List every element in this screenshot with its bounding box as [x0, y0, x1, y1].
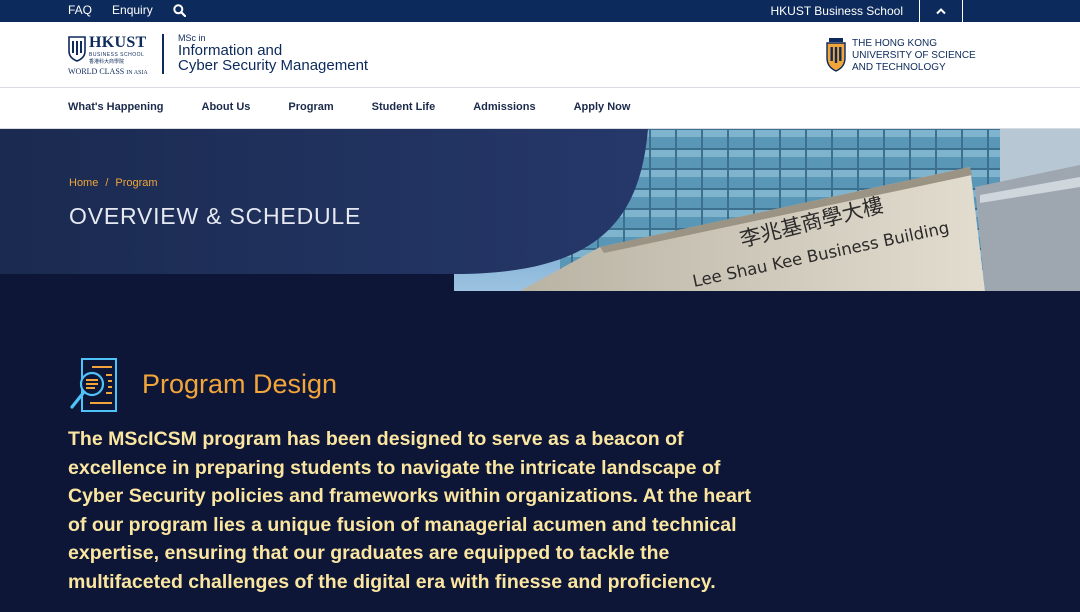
enquiry-link[interactable]: Enquiry: [112, 4, 153, 17]
hkust-business-school-logo[interactable]: HKUST BUSINESS SCHOOL 香港科大商學院 WORLD CLAS…: [68, 34, 150, 78]
chevron-up-icon: [936, 8, 946, 15]
university-name: THE HONG KONG UNIVERSITY OF SCIENCE AND …: [852, 38, 976, 73]
nav-item-admissions[interactable]: Admissions: [473, 101, 535, 113]
program-title-line-1: Information and: [178, 42, 283, 59]
nav-item-about-us[interactable]: About Us: [202, 101, 251, 113]
university-shield-icon: [826, 38, 846, 72]
page-title: OVERVIEW & SCHEDULE: [69, 203, 362, 229]
hkust-university-logo[interactable]: THE HONG KONG UNIVERSITY OF SCIENCE AND …: [826, 36, 976, 76]
world-class-tagline: WORLD CLASS IN ASIA: [68, 67, 148, 76]
program-title[interactable]: MSc in Information and Cyber Security Ma…: [178, 33, 368, 73]
document-search-icon: [70, 358, 117, 412]
breadcrumb-separator: /: [105, 177, 109, 189]
hero-banner: 李兆基商學大樓 Lee Shau Kee Business Building H…: [0, 129, 1080, 291]
nav-item-whats-happening[interactable]: What's Happening: [68, 101, 164, 113]
faq-link[interactable]: FAQ: [68, 4, 92, 17]
collapse-toggle-button[interactable]: [919, 0, 963, 22]
hkust-shield-icon: [68, 36, 86, 62]
breadcrumb-home[interactable]: Home: [69, 177, 98, 189]
top-utility-bar: FAQ Enquiry HKUST Business School: [0, 0, 1080, 22]
section-title: Program Design: [142, 369, 338, 399]
nav-item-student-life[interactable]: Student Life: [372, 101, 436, 113]
main-content: Program Design The MScICSM program has b…: [0, 291, 1080, 612]
site-header: HKUST BUSINESS SCHOOL 香港科大商學院 WORLD CLAS…: [0, 22, 1080, 88]
chinese-school-name: 香港科大商學院: [89, 59, 125, 65]
utility-right: HKUST Business School: [770, 0, 1080, 22]
breadcrumb: Home / Program: [69, 177, 158, 189]
hkust-business-school-link[interactable]: HKUST Business School: [770, 0, 919, 22]
logo-divider: [162, 34, 164, 74]
hkust-wordmark: HKUST: [89, 34, 147, 51]
main-navigation: What's Happening About Us Program Studen…: [0, 88, 1080, 129]
nav-item-program[interactable]: Program: [288, 101, 333, 113]
breadcrumb-current[interactable]: Program: [115, 177, 157, 189]
utility-links: FAQ Enquiry: [68, 4, 186, 18]
search-icon[interactable]: [173, 4, 186, 18]
nav-item-apply-now[interactable]: Apply Now: [574, 101, 631, 113]
section-body-text: The MScICSM program has been designed to…: [68, 428, 752, 593]
program-title-line-2: Cyber Security Management: [178, 57, 369, 74]
